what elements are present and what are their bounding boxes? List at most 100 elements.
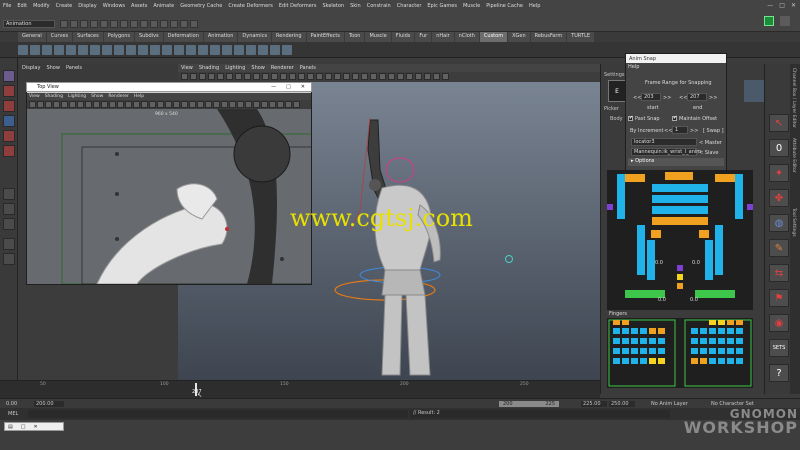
slave-field[interactable]: Mannequin:ik_wrist_l_anim — [631, 148, 701, 156]
close-icon[interactable]: ✕ — [33, 424, 37, 430]
scale-tool-icon[interactable] — [3, 145, 15, 157]
viewport-tool-icon[interactable] — [205, 101, 212, 108]
maximize-button[interactable]: □ — [779, 2, 785, 9]
tab-picker[interactable]: Picker — [604, 106, 619, 112]
viewport-menu-view[interactable]: View — [181, 65, 193, 71]
zero-pose-button[interactable]: 0 — [769, 139, 789, 157]
menu-skeleton[interactable]: Skeleton — [322, 3, 344, 9]
start-next-button[interactable]: >> — [663, 95, 671, 101]
side-tab-channel-box-layer-editor[interactable]: Channel Box / Layer Editor — [791, 68, 796, 128]
viewport-menu-renderer[interactable]: Renderer — [271, 65, 294, 71]
menu-assets[interactable]: Assets — [131, 3, 147, 9]
shelf-tool-icon[interactable] — [222, 45, 232, 55]
viewport-tool-icon[interactable] — [379, 73, 386, 80]
undo-icon[interactable] — [90, 20, 98, 28]
maximize-button[interactable]: □ — [286, 84, 291, 90]
viewport-tool-icon[interactable] — [53, 101, 60, 108]
viewport-tool-icon[interactable] — [293, 101, 300, 108]
tab-polygons[interactable]: Polygons — [103, 32, 134, 42]
viewport-tool-icon[interactable] — [316, 73, 323, 80]
locator-icon[interactable] — [505, 255, 513, 263]
viewport-tool-icon[interactable] — [370, 73, 377, 80]
viewport-tool-icon[interactable] — [141, 101, 148, 108]
shelf-tool-icon[interactable] — [186, 45, 196, 55]
shelf-tool-icon[interactable] — [174, 45, 184, 55]
shelf-tool-icon[interactable] — [114, 45, 124, 55]
viewport-tool-icon[interactable] — [190, 73, 197, 80]
tab-rendering[interactable]: Rendering — [272, 32, 306, 42]
shelf-tool-icon[interactable] — [126, 45, 136, 55]
top-view-menu-lighting[interactable]: Lighting — [68, 94, 86, 99]
viewport-tool-icon[interactable] — [226, 73, 233, 80]
viewport-tool-icon[interactable] — [181, 73, 188, 80]
end-next-button[interactable]: >> — [709, 95, 717, 101]
viewport-tool-icon[interactable] — [442, 73, 449, 80]
range-handle[interactable]: 200 225 — [499, 400, 559, 407]
menu-create[interactable]: Create — [56, 3, 73, 9]
minimize-button[interactable]: — — [767, 2, 773, 9]
viewport-tool-icon[interactable] — [406, 73, 413, 80]
top-view-menu-renderer[interactable]: Renderer — [108, 94, 129, 99]
top-view-menu-view[interactable]: View — [29, 94, 40, 99]
tab-dynamics[interactable]: Dynamics — [238, 32, 272, 42]
tab-curves[interactable]: Curves — [46, 32, 73, 42]
viewport-tool-icon[interactable] — [133, 101, 140, 108]
lasso-tool-icon[interactable] — [3, 85, 15, 97]
minimize-button[interactable]: — — [271, 84, 276, 90]
viewport-tool-icon[interactable] — [280, 73, 287, 80]
viewport-tool-icon[interactable] — [149, 101, 156, 108]
menu-edit-deformers[interactable]: Edit Deformers — [279, 3, 317, 9]
key-icon[interactable]: ⚑ — [769, 289, 789, 307]
viewport-tool-icon[interactable] — [229, 101, 236, 108]
tab-fur[interactable]: Fur — [415, 32, 432, 42]
viewport-tool-icon[interactable] — [269, 101, 276, 108]
layout-outliner-icon[interactable] — [3, 238, 15, 250]
viewport-tool-icon[interactable] — [157, 101, 164, 108]
start-frame-field[interactable]: 203 — [641, 93, 661, 101]
menu-help[interactable]: Help — [529, 3, 540, 9]
side-tab-attribute-editor[interactable]: Attribute Editor — [791, 138, 796, 173]
viewport-tool-icon[interactable] — [307, 73, 314, 80]
shelf-tool-icon[interactable] — [66, 45, 76, 55]
viewport-tool-icon[interactable] — [253, 73, 260, 80]
tab-painteffects[interactable]: PaintEffects — [306, 32, 344, 42]
viewport-tool-icon[interactable] — [29, 101, 36, 108]
shelf-tool-icon[interactable] — [78, 45, 88, 55]
close-button[interactable]: ✕ — [301, 84, 305, 90]
shelf-tool-icon[interactable] — [234, 45, 244, 55]
viewport-tool-icon[interactable] — [85, 101, 92, 108]
menu-windows[interactable]: Windows — [103, 3, 125, 9]
help-button[interactable]: ? — [769, 364, 789, 382]
top-view-titlebar[interactable]: Top View — □ ✕ — [26, 82, 312, 92]
viewport-tool-icon[interactable] — [69, 101, 76, 108]
shelf-tool-icon[interactable] — [282, 45, 292, 55]
move-tool-icon[interactable] — [3, 115, 15, 127]
shelf-tool-icon[interactable] — [270, 45, 280, 55]
select-component-icon[interactable] — [130, 20, 138, 28]
tab-deformation[interactable]: Deformation — [163, 32, 203, 42]
tab-animation[interactable]: Animation — [203, 32, 238, 42]
command-input[interactable] — [28, 410, 408, 418]
tab-ncloth[interactable]: nCloth — [454, 32, 479, 42]
viewport-tool-icon[interactable] — [61, 101, 68, 108]
viewport-tool-icon[interactable] — [271, 73, 278, 80]
viewport-tool-icon[interactable] — [101, 101, 108, 108]
show-hide-icon[interactable] — [764, 16, 774, 26]
menu-modify[interactable]: Modify — [33, 3, 50, 9]
end-time-field[interactable]: 250.00 — [609, 400, 635, 407]
viewport-tool-icon[interactable] — [289, 73, 296, 80]
menu-constrain[interactable]: Constrain — [367, 3, 391, 9]
minimized-window[interactable]: ▤ □ ✕ — [4, 422, 64, 431]
command-language-label[interactable]: MEL — [8, 411, 18, 417]
viewport-menu-lighting[interactable]: Lighting — [225, 65, 245, 71]
viewport-tool-icon[interactable] — [45, 101, 52, 108]
ipr-render-icon[interactable] — [180, 20, 188, 28]
tab-general[interactable]: General — [18, 32, 46, 42]
paint-select-icon[interactable] — [3, 100, 15, 112]
viewport-tool-icon[interactable] — [343, 73, 350, 80]
maintain-offset-checkbox[interactable]: Maintain Offset — [672, 116, 717, 122]
swap-button[interactable]: [ Swap ] — [703, 128, 724, 134]
anim-snap-titlebar[interactable]: Anim Snap — [626, 54, 726, 63]
character-set-dropdown[interactable]: No Character Set — [711, 401, 761, 407]
shelf-tool-icon[interactable] — [246, 45, 256, 55]
